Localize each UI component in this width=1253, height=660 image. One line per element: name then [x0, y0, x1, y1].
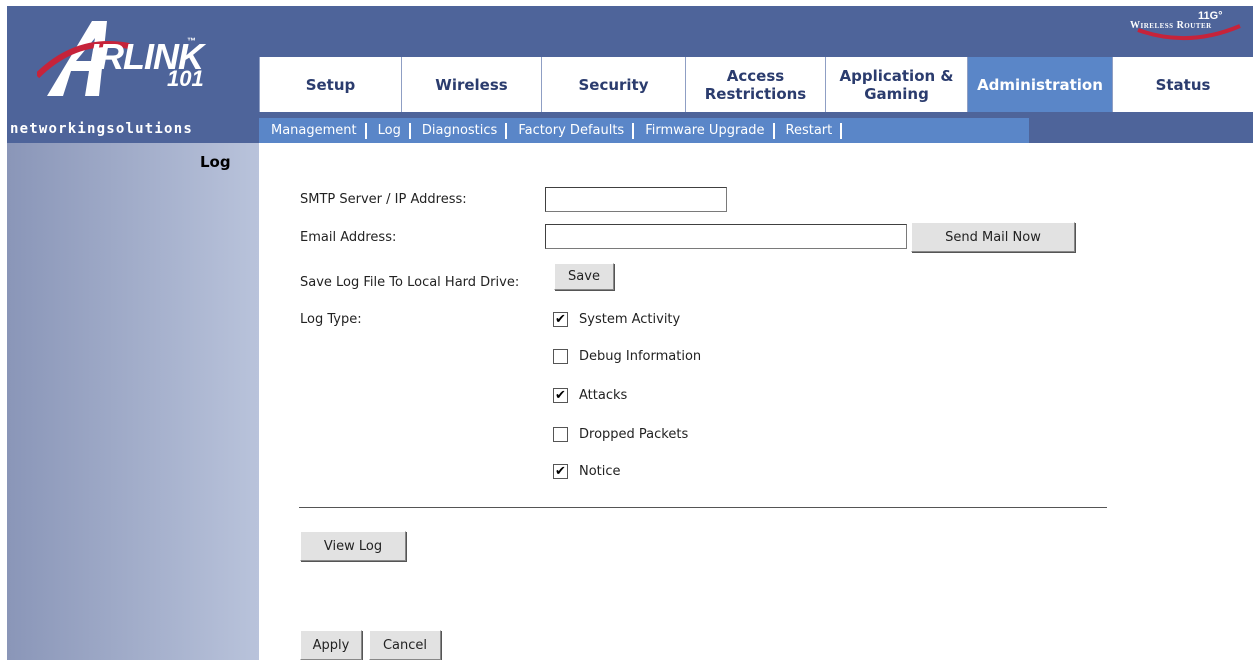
attacks-checkbox[interactable]: ✔: [553, 387, 568, 403]
tab-status[interactable]: Status: [1112, 57, 1253, 112]
badge-text: Wireless Router: [1130, 20, 1212, 31]
system-activity-checkbox[interactable]: ✔: [553, 311, 568, 327]
save-button[interactable]: Save: [554, 263, 614, 290]
cancel-button[interactable]: Cancel: [369, 630, 441, 660]
subnav-restart[interactable]: Restart: [775, 122, 843, 139]
subnav-end-strip: [1029, 118, 1253, 143]
tab-setup[interactable]: Setup: [259, 57, 401, 112]
log-type-label: Log Type:: [300, 312, 362, 327]
debug-information-checkbox[interactable]: [553, 348, 568, 364]
log-type-attacks: ✔ Attacks: [553, 385, 627, 405]
dropped-packets-checkbox[interactable]: [553, 426, 568, 442]
sub-navigation: Management Log Diagnostics Factory Defau…: [259, 118, 1253, 143]
send-mail-now-button[interactable]: Send Mail Now: [911, 222, 1075, 252]
main-tabs: Setup Wireless Security Access Restricti…: [259, 57, 1253, 112]
tab-wireless[interactable]: Wireless: [401, 57, 541, 112]
view-log-button[interactable]: View Log: [300, 531, 406, 561]
log-type-notice: ✔ Notice: [553, 461, 621, 481]
airlink-logo: IRLINK ™ 101: [7, 6, 259, 118]
logo-number: 101: [167, 66, 204, 91]
wireless-router-badge: 11G° Wireless Router: [1128, 8, 1248, 46]
email-label: Email Address:: [300, 230, 397, 245]
log-type-debug-information: Debug Information: [553, 346, 701, 366]
system-activity-label: System Activity: [579, 311, 681, 327]
debug-information-label: Debug Information: [579, 348, 702, 364]
tab-administration[interactable]: Administration: [967, 57, 1112, 112]
tab-security[interactable]: Security: [541, 57, 685, 112]
smtp-label: SMTP Server / IP Address:: [300, 192, 467, 207]
apply-button[interactable]: Apply: [300, 630, 362, 660]
email-address-input[interactable]: [545, 224, 907, 249]
logo-trademark: ™: [187, 36, 196, 46]
notice-checkbox[interactable]: ✔: [553, 463, 568, 479]
subnav-factory-defaults[interactable]: Factory Defaults: [507, 122, 635, 139]
section-title: Log: [200, 153, 231, 171]
log-type-system-activity: ✔ System Activity: [553, 309, 680, 329]
divider: [299, 507, 1107, 508]
subnav-management[interactable]: Management: [259, 122, 367, 139]
tab-access-restrictions[interactable]: Access Restrictions: [685, 57, 825, 112]
dropped-packets-label: Dropped Packets: [579, 426, 689, 442]
subnav-diagnostics[interactable]: Diagnostics: [411, 122, 508, 139]
log-type-dropped-packets: Dropped Packets: [553, 424, 688, 444]
subnav-firmware-upgrade[interactable]: Firmware Upgrade: [634, 122, 775, 139]
subnav-log[interactable]: Log: [367, 122, 411, 139]
attacks-label: Attacks: [579, 387, 628, 403]
smtp-server-input[interactable]: [545, 187, 727, 212]
left-sidebar: [7, 118, 259, 660]
notice-label: Notice: [579, 463, 621, 479]
tagline: networkingsolutions: [7, 118, 259, 143]
tab-application-gaming[interactable]: Application & Gaming: [825, 57, 967, 112]
save-log-label: Save Log File To Local Hard Drive:: [300, 275, 520, 290]
